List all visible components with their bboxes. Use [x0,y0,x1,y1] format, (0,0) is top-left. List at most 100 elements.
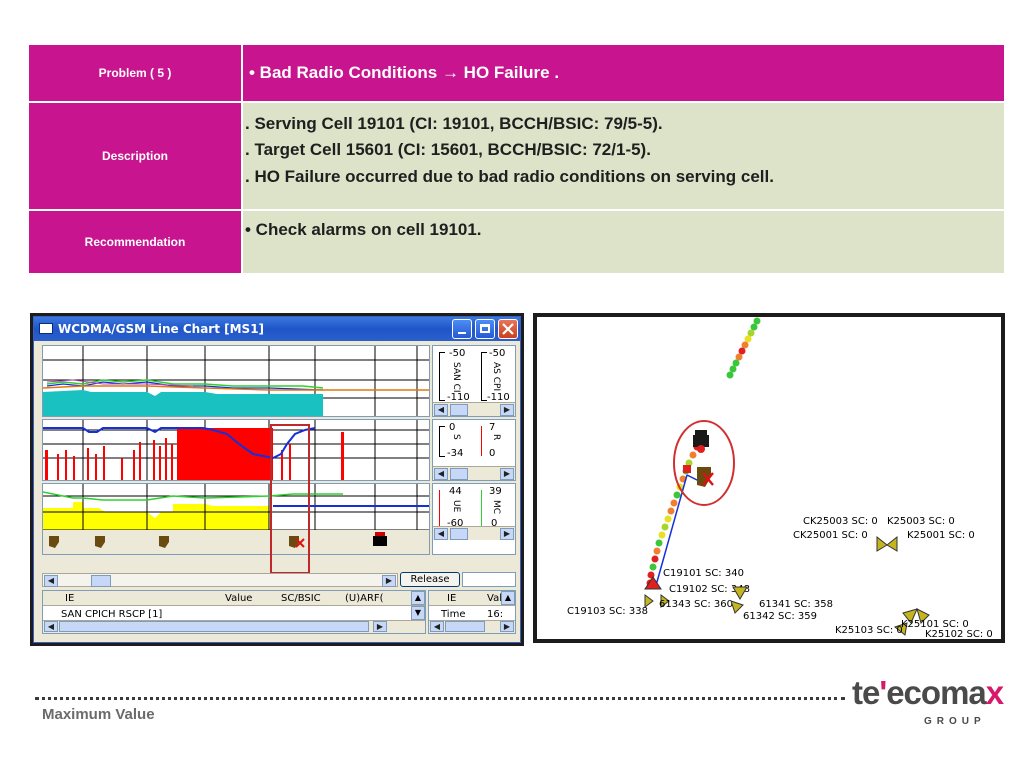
map-svg: CK25003 SC: 0 K25003 SC: 0 CK25001 SC: 0… [567,317,993,639]
ie-cell: SAN CPICH RSCP [1] [61,609,163,620]
window-title: WCDMA/GSM Line Chart [MS1] [58,322,265,336]
logo-text: x [985,674,1004,711]
cell-label: CK25001 SC: 0 [793,530,868,541]
ie-table-scrollbar[interactable]: ◀ ▶ [43,620,425,633]
cell-label: CK25003 SC: 0 [803,516,878,527]
logo-group-text: GROUP [924,716,986,727]
description-line: . Target Cell 15601 (CI: 15601, BCCH/BSI… [245,140,651,160]
col-val[interactable]: Val [487,593,502,604]
col-ie[interactable]: IE [447,593,456,604]
scroll-right-icon[interactable]: ▶ [373,621,387,632]
txpower-scale: 44 UE -60 39 MC 0 ◀ ▶ [432,483,516,555]
col-value[interactable]: Value [225,593,252,604]
scale-value: 39 [489,486,502,497]
map-canvas[interactable]: CK25003 SC: 0 K25003 SC: 0 CK25001 SC: 0… [537,317,1001,639]
scale-label: AS CPI [491,362,501,392]
sir-chart [43,420,429,480]
col-uarfcn[interactable]: (U)ARF( [345,593,384,604]
txpower-chart [43,484,429,554]
scale-value: 0 [449,422,456,433]
ho-failure-icon [697,467,714,487]
scroll-right-icon[interactable]: ▶ [382,575,396,587]
cell-label: C19101 SC: 340 [663,568,744,579]
cell-label: C19103 SC: 338 [567,606,648,617]
scroll-up-icon[interactable]: ▲ [411,591,425,605]
problem-value: • Bad Radio Conditions → HO Failure . [241,43,1006,103]
col-sc-bsic[interactable]: SC/BSIC [281,593,321,604]
scale-scrollbar[interactable]: ◀ ▶ [433,526,515,540]
chart-app-icon [39,323,53,334]
telecomax-logo: te'ecomax GROUP [852,674,1004,727]
scale-value: -34 [447,448,464,459]
problem-table: Problem ( 5 ) • Bad Radio Conditions → H… [27,43,1006,275]
scale-label: UE [451,500,461,513]
ho-marker [683,465,691,473]
time-value: 16: [487,609,504,620]
ie-table-2-scrollbar[interactable]: ◀ ▶ [429,620,515,633]
ie-table-2-header: IE Val ▲ [429,591,515,606]
scale-label: SAN CI [451,362,461,393]
col-ie[interactable]: IE [65,593,74,604]
scale-label: R [491,434,501,441]
rscp-chart [43,346,429,416]
rscp-scale: -50 SAN CI -110 -50 AS CPI -110 ◀ ▶ [432,345,516,417]
ie-table-2: IE Val ▲ Time 16: ◀ ▶ [428,590,516,634]
scale-value: 7 [489,422,496,433]
scroll-right-icon[interactable]: ▶ [500,404,514,416]
scroll-left-icon[interactable]: ◀ [44,621,58,632]
description-line: . HO Failure occurred due to bad radio c… [245,166,774,186]
scroll-left-icon[interactable]: ◀ [434,468,448,480]
scale-value: -50 [449,348,466,359]
scale-value: 0 [489,448,496,459]
site-icon-25003 [876,535,898,552]
scroll-left-icon[interactable]: ◀ [44,575,58,587]
chart-panel-txpower [42,483,430,555]
chart-horizontal-scrollbar[interactable]: ◀ ▶ [42,573,398,587]
scale-value: 44 [449,486,462,497]
highlight-box [270,424,310,574]
maximize-button[interactable] [475,319,495,339]
description-value: . Serving Cell 19101 (CI: 19101, BCCH/BS… [241,101,1006,211]
status-field [462,572,516,587]
cell-label: 61343 SC: 360 [659,599,733,610]
chart-panel-rscp [42,345,430,417]
scroll-thumb[interactable] [450,404,468,416]
cell-label: 61341 SC: 358 [759,599,833,610]
scroll-thumb[interactable] [59,621,369,632]
description-line: . Serving Cell 19101 (CI: 19101, BCCH/BS… [245,114,663,133]
scroll-up-icon[interactable]: ▲ [501,591,515,605]
logo-text: te [852,674,880,711]
footer-divider [35,697,845,700]
title-bar[interactable]: WCDMA/GSM Line Chart [MS1] [34,317,520,341]
minimize-button[interactable] [452,319,472,339]
scroll-down-icon[interactable]: ▼ [411,606,425,620]
line-chart-window: WCDMA/GSM Line Chart [MS1] -50 SAN CI -1… [30,313,524,646]
logo-text: ecoma [886,674,987,711]
recommendation-label: Recommendation [27,209,243,275]
scale-scrollbar[interactable]: ◀ ▶ [433,466,515,480]
release-button[interactable]: Release [400,572,460,587]
cell-label: K25003 SC: 0 [887,516,955,527]
scroll-right-icon[interactable]: ▶ [500,468,514,480]
scroll-thumb[interactable] [450,528,468,540]
scroll-right-icon[interactable]: ▶ [500,528,514,540]
cell-label: 61342 SC: 359 [743,611,817,622]
scroll-left-icon[interactable]: ◀ [434,404,448,416]
sir-scale: 0 S -34 7 R 0 ◀ ▶ [432,419,516,481]
scroll-thumb[interactable] [450,468,468,480]
scroll-thumb[interactable] [445,621,485,632]
slide: Problem ( 5 ) • Bad Radio Conditions → H… [0,0,1024,768]
scroll-right-icon[interactable]: ▶ [500,621,514,632]
scroll-left-icon[interactable]: ◀ [430,621,444,632]
ie-table-header: IE Value SC/BSIC (U)ARF( ▲ [43,591,425,606]
time-label: Time [441,609,466,620]
close-button[interactable] [498,319,518,339]
table-row[interactable]: SAN CPICH RSCP [1] ▼ [43,606,425,620]
scale-scrollbar[interactable]: ◀ ▶ [433,402,515,416]
scroll-thumb[interactable] [91,575,111,587]
description-label: Description [27,101,243,211]
scroll-left-icon[interactable]: ◀ [434,528,448,540]
window-frame: WCDMA/GSM Line Chart [MS1] -50 SAN CI -1… [33,316,521,643]
close-icon [502,323,514,335]
cell-label: K25102 SC: 0 [925,629,993,639]
